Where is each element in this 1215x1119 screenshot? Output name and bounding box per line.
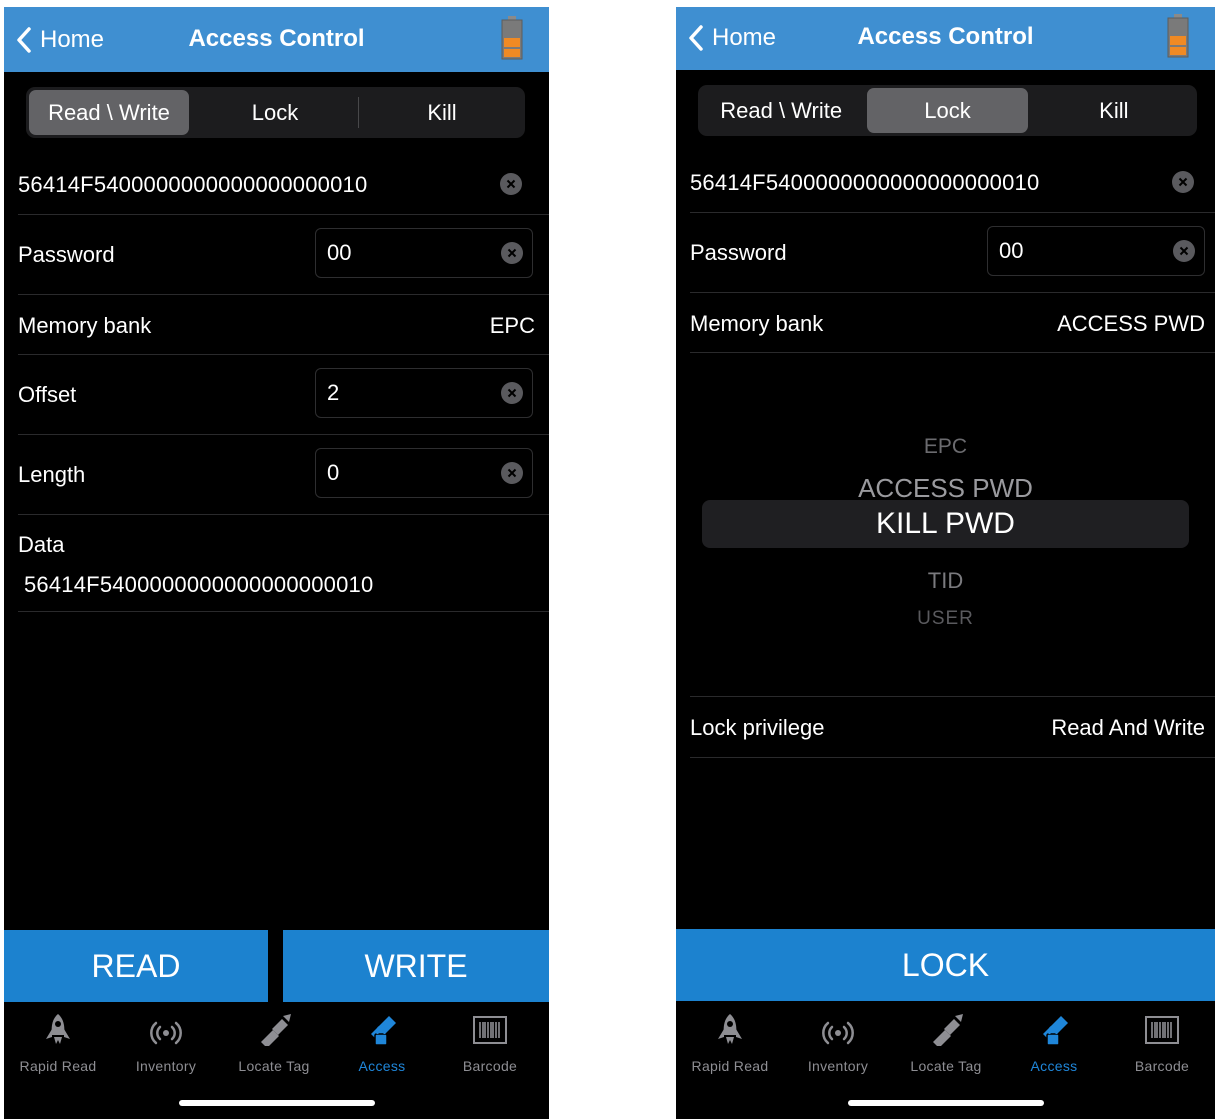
segment-read-write[interactable]: Read \ Write — [701, 88, 861, 133]
rocket-icon — [718, 1014, 742, 1044]
clear-icon[interactable] — [501, 242, 523, 264]
tab-rapid-read[interactable]: Rapid Read — [4, 1012, 112, 1074]
tab-label: Inventory — [135, 1058, 197, 1074]
memory-bank-row[interactable]: Memory bank ACCESS PWD — [690, 292, 1215, 353]
picker-option-epc[interactable]: EPC — [676, 435, 1215, 459]
battery-icon — [1167, 14, 1189, 58]
clear-icon[interactable] — [500, 173, 522, 195]
tab-inventory[interactable]: Inventory — [784, 1012, 892, 1074]
length-label: Length — [18, 462, 86, 487]
tab-access[interactable]: Access — [328, 1012, 436, 1074]
data-value[interactable]: 56414F5400000000000000000010 — [24, 572, 373, 598]
clear-icon[interactable] — [501, 462, 523, 484]
flashlight-icon — [933, 1014, 963, 1046]
lock-tag-icon — [1043, 1016, 1068, 1046]
password-field[interactable]: 00 — [987, 226, 1205, 276]
lock-screen: Home Access Control Read \ Write Lock Ki… — [676, 7, 1215, 1119]
mode-segmented-control: Read \ Write Lock Kill — [698, 85, 1197, 136]
clear-icon[interactable] — [1173, 240, 1195, 262]
password-value: 00 — [999, 238, 1024, 263]
tab-label: Locate Tag — [910, 1058, 982, 1074]
segment-lock[interactable]: Lock — [867, 88, 1028, 133]
home-indicator[interactable] — [847, 1100, 1044, 1106]
lock-privilege-value: Read And Write — [1051, 715, 1205, 740]
home-indicator[interactable] — [178, 1100, 375, 1106]
lock-privilege-label: Lock privilege — [690, 715, 825, 740]
password-value: 00 — [327, 240, 352, 265]
tab-label: Access — [358, 1058, 406, 1074]
rocket-icon — [46, 1014, 70, 1044]
password-field[interactable]: 00 — [315, 228, 533, 278]
flashlight-icon — [261, 1014, 291, 1046]
rfid-waves-icon — [822, 1021, 854, 1045]
tab-inventory[interactable]: Inventory — [112, 1012, 220, 1074]
tag-id-row: 56414F5400000000000000000010 — [690, 150, 1215, 213]
tag-id-row: 56414F5400000000000000000010 — [18, 152, 549, 215]
data-row: Data 56414F5400000000000000000010 — [18, 514, 549, 612]
tab-locate-tag[interactable]: Locate Tag — [892, 1012, 1000, 1074]
tab-bar: Rapid Read Inventory Locate Tag Access B… — [4, 1002, 549, 1119]
segment-divider — [358, 97, 359, 128]
length-row: Length 0 — [18, 434, 549, 515]
clear-icon[interactable] — [1172, 171, 1194, 193]
segment-kill[interactable]: Kill — [1034, 88, 1194, 133]
segment-lock[interactable]: Lock — [195, 90, 355, 135]
length-field[interactable]: 0 — [315, 448, 533, 498]
read-button[interactable]: READ — [4, 930, 268, 1002]
offset-field[interactable]: 2 — [315, 368, 533, 418]
tab-label: Locate Tag — [238, 1058, 310, 1074]
offset-row: Offset 2 — [18, 354, 549, 435]
picker-option-access-pwd[interactable]: ACCESS PWD — [676, 473, 1215, 504]
tab-barcode[interactable]: Barcode — [436, 1012, 544, 1074]
write-button[interactable]: WRITE — [283, 930, 549, 1002]
tab-label: Barcode — [1134, 1058, 1190, 1074]
segment-read-write[interactable]: Read \ Write — [29, 90, 189, 135]
navigation-bar: Home Access Control — [4, 7, 549, 72]
tab-barcode[interactable]: Barcode — [1108, 1012, 1215, 1074]
tab-locate-tag[interactable]: Locate Tag — [220, 1012, 328, 1074]
barcode-icon — [1145, 1016, 1179, 1044]
lock-button[interactable]: LOCK — [676, 929, 1215, 1001]
password-label: Password — [18, 242, 115, 267]
rfid-waves-icon — [150, 1021, 182, 1045]
memory-bank-label: Memory bank — [18, 313, 152, 338]
page-title: Access Control — [857, 23, 1034, 50]
navigation-bar: Home Access Control — [676, 7, 1215, 70]
tab-access[interactable]: Access — [1000, 1012, 1108, 1074]
lock-tag-icon — [371, 1016, 396, 1046]
password-row: Password 00 — [690, 212, 1215, 293]
offset-value: 2 — [327, 380, 340, 405]
password-label: Password — [690, 240, 787, 265]
offset-label: Offset — [18, 382, 77, 407]
picker-option-kill-pwd[interactable]: KILL PWD — [676, 507, 1215, 541]
tag-id-text: 56414F5400000000000000000010 — [690, 170, 1040, 195]
read-write-screen: Home Access Control Read \ Write Lock Ki… — [4, 7, 549, 1119]
segment-kill[interactable]: Kill — [362, 90, 522, 135]
lock-privilege-row[interactable]: Lock privilege Read And Write — [690, 696, 1215, 758]
barcode-icon — [473, 1016, 507, 1044]
picker-option-tid[interactable]: TID — [676, 568, 1215, 594]
tab-bar: Rapid Read Inventory Locate Tag Access B… — [676, 1002, 1215, 1119]
length-value: 0 — [327, 460, 340, 485]
memory-bank-row[interactable]: Memory bank EPC — [18, 294, 549, 355]
tab-label: Barcode — [462, 1058, 518, 1074]
password-row: Password 00 — [18, 214, 549, 295]
memory-bank-value: EPC — [489, 313, 535, 338]
page-title: Access Control — [188, 25, 365, 52]
memory-bank-value: ACCESS PWD — [1057, 311, 1205, 336]
tag-id-text: 56414F5400000000000000000010 — [18, 172, 368, 197]
memory-bank-label: Memory bank — [690, 311, 824, 336]
clear-icon[interactable] — [501, 382, 523, 404]
memory-bank-picker[interactable]: EPC ACCESS PWD KILL PWD TID USER — [676, 422, 1215, 652]
tab-label: Inventory — [807, 1058, 869, 1074]
tab-rapid-read[interactable]: Rapid Read — [676, 1012, 784, 1074]
tab-label: Rapid Read — [19, 1058, 97, 1074]
data-label: Data — [18, 532, 65, 557]
battery-icon — [501, 16, 523, 60]
mode-segmented-control: Read \ Write Lock Kill — [26, 87, 525, 138]
tab-label: Rapid Read — [691, 1058, 769, 1074]
picker-option-user[interactable]: USER — [676, 608, 1215, 630]
tab-label: Access — [1030, 1058, 1078, 1074]
